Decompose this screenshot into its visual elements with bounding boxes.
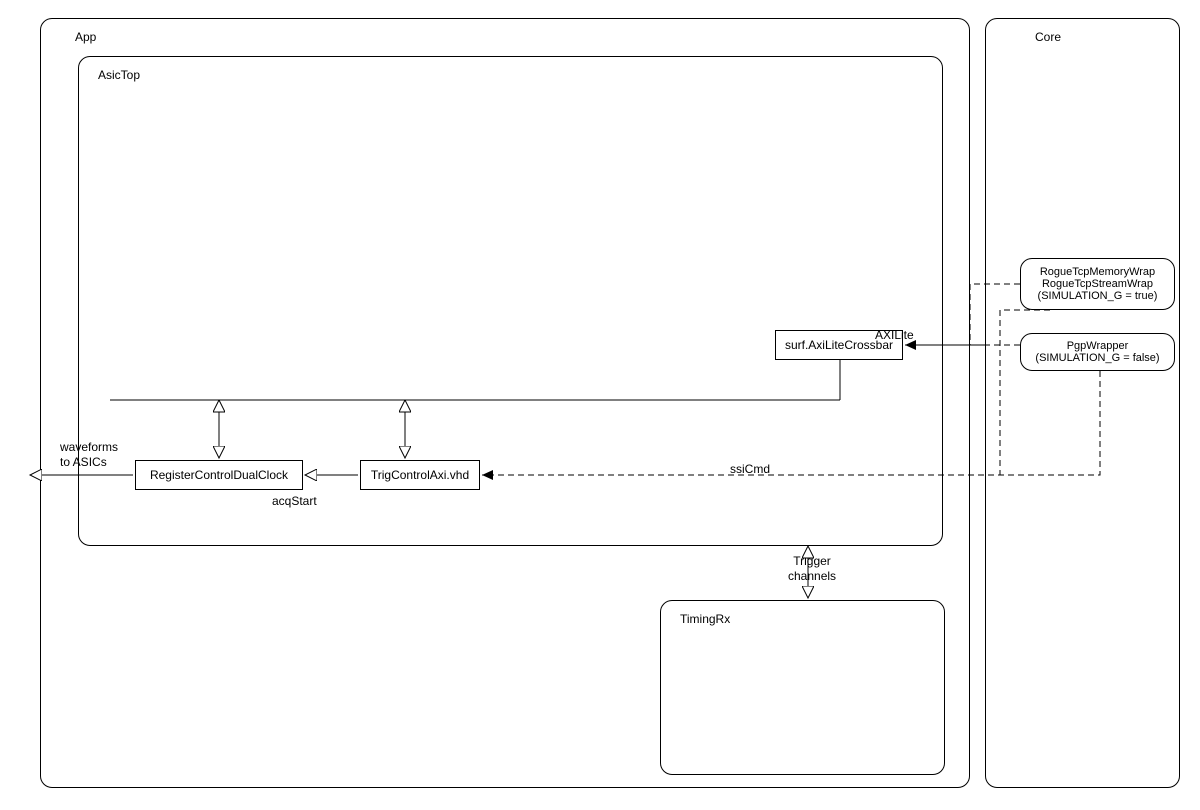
rogue-wrap-line2: RogueTcpStreamWrap — [1042, 278, 1153, 290]
waveforms-label: waveforms to ASICs — [60, 440, 118, 470]
rogue-wrap-line1: RogueTcpMemoryWrap — [1040, 266, 1155, 278]
pgp-wrap-line1: PgpWrapper — [1067, 340, 1129, 352]
register-control-block: RegisterControlDualClock — [135, 460, 303, 490]
trigger-channels-label: Trigger channels — [788, 554, 836, 584]
app-label: App — [75, 30, 96, 45]
pgp-wrap-block: PgpWrapper (SIMULATION_G = false) — [1020, 333, 1175, 371]
ssicmd-label: ssiCmd — [730, 462, 770, 477]
core-container — [985, 18, 1180, 788]
register-control-text: RegisterControlDualClock — [150, 468, 288, 482]
axilite-label: AXILite — [875, 328, 914, 343]
trig-control-text: TrigControlAxi.vhd — [371, 468, 469, 482]
asictop-label: AsicTop — [98, 68, 140, 83]
acqstart-label: acqStart — [272, 494, 317, 509]
rogue-wrap-line3: (SIMULATION_G = true) — [1038, 290, 1158, 302]
timingrx-label: TimingRx — [680, 612, 730, 627]
trig-control-block: TrigControlAxi.vhd — [360, 460, 480, 490]
pgp-wrap-line2: (SIMULATION_G = false) — [1035, 352, 1159, 364]
core-label: Core — [1035, 30, 1061, 45]
rogue-wrap-block: RogueTcpMemoryWrap RogueTcpStreamWrap (S… — [1020, 258, 1175, 310]
